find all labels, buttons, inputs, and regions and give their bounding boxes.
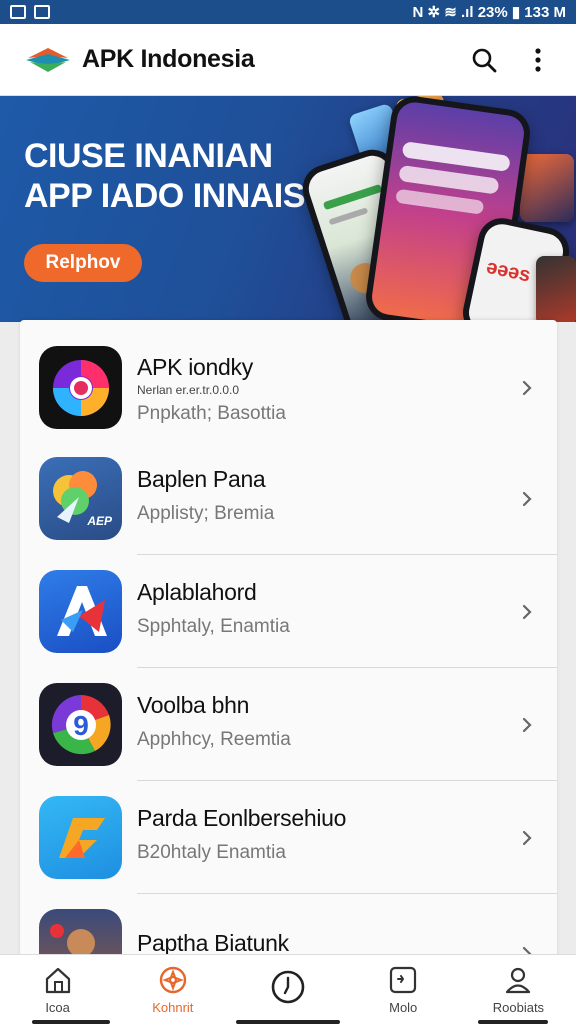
bottom-nav: Icoa Kohnrit Molo Roobiats bbox=[0, 954, 576, 1024]
search-icon[interactable] bbox=[470, 46, 498, 74]
list-item[interactable]: Parda Eonlbersehiuo B20htaly Enamtia bbox=[20, 781, 557, 894]
promo-banner[interactable]: CIUSE INANIAN APP IADO INNAIS Relphov ǝǝ… bbox=[0, 96, 576, 322]
list-item[interactable]: Paptha Biatunk bbox=[20, 894, 557, 960]
nav-home[interactable]: Icoa bbox=[0, 955, 115, 1024]
app-bar: APK Indonesia bbox=[0, 24, 576, 96]
app-version: Nerlan er.er.tr.0.0.0 bbox=[137, 383, 240, 397]
banner-title-line1: CIUSE INANIAN bbox=[24, 137, 273, 175]
chevron-right-icon bbox=[522, 380, 532, 395]
nav-label: Kohnrit bbox=[152, 1000, 194, 1015]
gesture-bar bbox=[236, 1020, 340, 1024]
app-list: APK iondky Nerlan er.er.tr.0.0.0 Pnpkath… bbox=[20, 320, 557, 960]
app-name: Paptha Biatunk bbox=[137, 930, 289, 956]
chevron-right-icon bbox=[522, 491, 532, 506]
list-item[interactable]: AEP Baplen Pana Applisty; Bremia bbox=[20, 442, 557, 555]
app-name: Parda Eonlbersehiuo bbox=[137, 805, 347, 831]
more-vert-icon[interactable] bbox=[524, 46, 552, 74]
nav-label: Molo bbox=[389, 1000, 418, 1015]
banner-card-image bbox=[536, 256, 576, 322]
banner-card-image bbox=[520, 154, 574, 222]
chevron-right-icon bbox=[522, 717, 532, 732]
app-title: APK Indonesia bbox=[82, 45, 255, 73]
app-name: APK iondky bbox=[137, 354, 253, 380]
list-item[interactable]: Aplablahord Spphtaly, Enamtia bbox=[20, 555, 557, 668]
banner-button[interactable]: Relphov bbox=[24, 244, 142, 282]
gesture-bar bbox=[32, 1020, 110, 1024]
chevron-right-icon bbox=[522, 830, 532, 845]
app-category: Apphhcy, Reemtia bbox=[137, 729, 291, 750]
app-category: Spphtaly, Enamtia bbox=[137, 616, 290, 637]
nav-downloads[interactable]: Molo bbox=[346, 955, 461, 1024]
image-notification-icon bbox=[34, 5, 50, 19]
status-indicators: N ✲ ≋ .ıl 23% ▮ 133 M bbox=[412, 4, 566, 21]
app-icon: 9 bbox=[39, 683, 122, 766]
list-item[interactable]: APK iondky Nerlan er.er.tr.0.0.0 Pnpkath… bbox=[20, 331, 557, 444]
app-icon bbox=[39, 796, 122, 879]
download-icon bbox=[390, 966, 417, 994]
home-icon bbox=[45, 967, 70, 994]
chevron-right-icon bbox=[522, 604, 532, 619]
app-logo-icon bbox=[26, 47, 70, 72]
nav-explore[interactable]: Kohnrit bbox=[115, 955, 230, 1024]
app-name: Baplen Pana bbox=[137, 466, 266, 492]
gesture-bar bbox=[478, 1020, 548, 1024]
notification-icon bbox=[10, 5, 26, 19]
nav-label: Roobiats bbox=[492, 1000, 545, 1015]
compass-icon bbox=[159, 966, 186, 994]
app-category: B20htaly Enamtia bbox=[137, 842, 286, 863]
svg-text:9: 9 bbox=[73, 710, 89, 741]
status-bar: N ✲ ≋ .ıl 23% ▮ 133 M bbox=[0, 0, 576, 24]
app-name: Aplablahord bbox=[137, 579, 257, 605]
phone-screen-text: ǝǝǝs bbox=[484, 255, 533, 287]
app-category: Pnpkath; Basottia bbox=[137, 403, 286, 424]
app-icon bbox=[39, 909, 122, 960]
nav-profile[interactable]: Roobiats bbox=[461, 955, 576, 1024]
app-category: Applisty; Bremia bbox=[137, 503, 275, 524]
app-icon: AEP bbox=[39, 457, 122, 540]
banner-title-line2: APP IADO INNAIS bbox=[24, 177, 305, 215]
clock-icon bbox=[271, 970, 305, 1004]
nav-recent[interactable] bbox=[230, 955, 345, 1024]
profile-icon bbox=[506, 967, 531, 994]
app-icon bbox=[39, 570, 122, 653]
banner-title: CIUSE INANIAN APP IADO INNAIS bbox=[24, 136, 305, 216]
list-item[interactable]: 9 Voolba bhn Apphhcy, Reemtia bbox=[20, 668, 557, 781]
app-icon bbox=[39, 346, 122, 429]
nav-label: Icoa bbox=[45, 1000, 70, 1015]
app-name: Voolba bhn bbox=[137, 692, 250, 718]
app-icon-text: AEP bbox=[87, 514, 112, 528]
